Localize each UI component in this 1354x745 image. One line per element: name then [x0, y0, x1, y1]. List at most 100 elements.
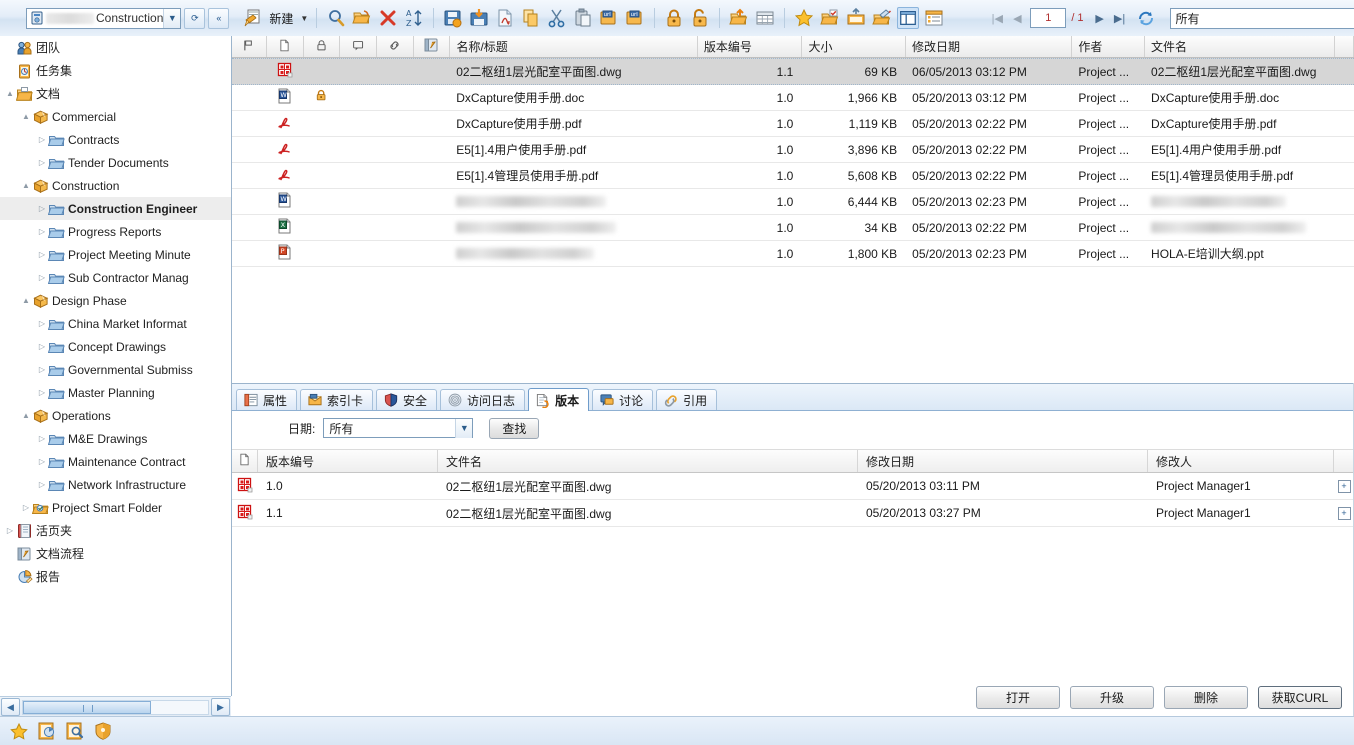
version-expand-cell[interactable]: + — [1334, 500, 1354, 526]
tree-node-project-smart-folder[interactable]: ▷ Project Smart Folder — [0, 496, 231, 519]
tree-node-sub-contractor-manag[interactable]: ▷ Sub Contractor Manag — [0, 266, 231, 289]
first-page-button[interactable]: |◀ — [987, 9, 1007, 27]
tab-版本[interactable]: 版本 — [528, 388, 590, 411]
version-expand-cell[interactable]: + — [1334, 473, 1354, 499]
doclist-column-header-workflow-icon[interactable] — [414, 36, 451, 57]
tree-horizontal-scrollbar[interactable]: ◀ ▶ — [0, 696, 231, 717]
tree-node-commercial[interactable]: ▲ Commercial — [0, 105, 231, 128]
open-button[interactable]: 打开 — [976, 686, 1060, 709]
expand-row-icon[interactable]: + — [1337, 479, 1351, 493]
tree-expander-icon[interactable]: ▷ — [36, 134, 48, 146]
version-row[interactable]: 1.1 02二枢纽1层光配室平面图.dwg 05/20/2013 03:27 PM P… — [232, 500, 1354, 527]
tree-node--[interactable]: ▲ 文档 — [0, 82, 231, 105]
tree-expander-icon[interactable]: ▷ — [36, 456, 48, 468]
tree-node--[interactable]: ▷ 活页夹 — [0, 519, 231, 542]
navigation-tree[interactable]: 团队 任务集 ▲ 文档 ▲ Commercial ▷ Contracts ▷ Tender Doc… — [0, 36, 232, 696]
doclist-column-header-document-icon[interactable] — [267, 36, 304, 57]
document-row[interactable]: E5[1].4管理员使用手册.pdf 1.0 5,608 KB 05/20/2013 … — [232, 163, 1354, 189]
recent-status-icon[interactable] — [36, 720, 58, 742]
doclist-column-header-link-icon[interactable] — [377, 36, 414, 57]
tree-node--[interactable]: 文档流程 — [0, 542, 231, 565]
tree-expander-icon[interactable] — [4, 571, 16, 583]
tab-讨论[interactable]: 讨论 — [592, 389, 654, 410]
next-page-button[interactable]: ▶ — [1090, 9, 1110, 27]
tree-expander-icon[interactable]: ▷ — [36, 203, 48, 215]
unlock-icon[interactable] — [689, 7, 711, 29]
tree-node--[interactable]: 报告 — [0, 565, 231, 588]
star-icon[interactable] — [793, 7, 815, 29]
document-row[interactable]: DxCapture使用手册.pdf 1.0 1,119 KB 05/20/2013 0… — [232, 111, 1354, 137]
detail-tabstrip[interactable]: 属性 索引卡 安全 访问日志 版本 讨论 引用 — [232, 384, 1354, 411]
page-number-input[interactable]: 1 — [1030, 8, 1067, 28]
delete-button[interactable]: 删除 — [1164, 686, 1248, 709]
tree-expander-icon[interactable] — [4, 548, 16, 560]
tree-node-project-meeting-minute[interactable]: ▷ Project Meeting Minute — [0, 243, 231, 266]
tree-expander-icon[interactable]: ▷ — [36, 433, 48, 445]
document-row[interactable]: 02二枢纽1层光配室平面图.dwg 1.1 69 KB 06/05/2013 03:1… — [232, 58, 1354, 85]
security-status-icon[interactable] — [92, 720, 114, 742]
tree-expander-icon[interactable]: ▷ — [36, 479, 48, 491]
sort-icon[interactable]: A Z — [403, 7, 425, 29]
document-row[interactable]: E5[1].4用户使用手册.pdf 1.0 3,896 KB 05/20/2013 0… — [232, 137, 1354, 163]
tab-引用[interactable]: 引用 — [656, 389, 718, 410]
document-row[interactable]: W 1.0 6,444 KB 05/20/2013 02:23 PM Project .… — [232, 189, 1354, 215]
tree-expander-icon[interactable]: ▲ — [20, 180, 32, 192]
scroll-left-button[interactable]: ◀ — [1, 698, 20, 716]
document-row[interactable]: X 1.0 34 KB 05/20/2013 02:22 PM Project ... — [232, 215, 1354, 241]
tree-node-tender-documents[interactable]: ▷ Tender Documents — [0, 151, 231, 174]
tree-node-governmental-submiss[interactable]: ▷ Governmental Submiss — [0, 358, 231, 381]
version-column-header-版本编号[interactable]: 版本编号 — [258, 450, 438, 472]
tree-node-master-planning[interactable]: ▷ Master Planning — [0, 381, 231, 404]
refresh-list-icon[interactable] — [1136, 8, 1156, 28]
tree-expander-icon[interactable]: ▲ — [20, 410, 32, 422]
version-row[interactable]: 1.0 02二枢纽1层光配室平面图.dwg 05/20/2013 03:11 PM P… — [232, 473, 1354, 500]
version-column-header-修改日期[interactable]: 修改日期 — [858, 450, 1148, 472]
tree-expander-icon[interactable]: ▷ — [36, 341, 48, 353]
tree-node-operations[interactable]: ▲ Operations — [0, 404, 231, 427]
list-detail-icon[interactable] — [923, 7, 945, 29]
tab-访问日志[interactable]: 访问日志 — [440, 389, 526, 410]
doclist-column-header-名称/标题[interactable]: 名称/标题 — [450, 36, 698, 57]
copy-url-icon[interactable]: url — [598, 7, 620, 29]
get-curl-button[interactable]: 获取CURL — [1258, 686, 1342, 709]
refresh-project-button[interactable]: ⟳ — [184, 7, 206, 29]
folder-edit-icon[interactable] — [871, 7, 893, 29]
tree-expander-icon[interactable]: ▷ — [20, 502, 32, 514]
new-button-caret-icon[interactable]: ▼ — [300, 14, 308, 23]
document-row[interactable]: P 1.0 1,800 KB 05/20/2013 02:23 PM Project .… — [232, 241, 1354, 267]
version-column-header-col5[interactable] — [1334, 450, 1354, 472]
open-folder-icon[interactable] — [351, 7, 373, 29]
tree-expander-icon[interactable] — [4, 42, 16, 54]
tree-node-concept-drawings[interactable]: ▷ Concept Drawings — [0, 335, 231, 358]
lock-icon[interactable] — [663, 7, 685, 29]
panel-split-icon[interactable] — [897, 7, 920, 29]
tree-node-m-e-drawings[interactable]: ▷ M&E Drawings — [0, 427, 231, 450]
tree-node-maintenance-contract[interactable]: ▷ Maintenance Contract — [0, 450, 231, 473]
chevron-down-icon[interactable]: ▼ — [455, 418, 473, 438]
tab-属性[interactable]: 属性 — [236, 389, 298, 410]
collapse-panel-button[interactable]: « — [208, 7, 230, 29]
doclist-column-header-文件名[interactable]: 文件名 — [1145, 36, 1336, 57]
last-page-button[interactable]: ▶| — [1110, 9, 1130, 27]
doclist-column-header-col12[interactable] — [1335, 36, 1354, 57]
tree-node--[interactable]: 任务集 — [0, 59, 231, 82]
tree-node-progress-reports[interactable]: ▷ Progress Reports — [0, 220, 231, 243]
tree-expander-icon[interactable] — [4, 65, 16, 77]
doclist-column-header-作者[interactable]: 作者 — [1072, 36, 1145, 57]
expand-row-icon[interactable]: + — [1337, 506, 1351, 520]
checkout-icon[interactable] — [468, 7, 490, 29]
version-column-header-document-icon[interactable] — [232, 450, 258, 472]
tree-expander-icon[interactable]: ▷ — [36, 272, 48, 284]
search-icon[interactable] — [325, 7, 347, 29]
doclist-column-header-大小[interactable]: 大小 — [802, 36, 906, 57]
cut-icon[interactable] — [546, 7, 568, 29]
tree-node-network-infrastructure[interactable]: ▷ Network Infrastructure — [0, 473, 231, 496]
scroll-right-button[interactable]: ▶ — [211, 698, 230, 716]
chevron-down-icon[interactable]: ▼ — [163, 8, 181, 28]
tab-安全[interactable]: 安全 — [376, 389, 438, 410]
document-row[interactable]: W DxCapture使用手册.doc 1.0 1,966 KB 05/20/2013 … — [232, 85, 1354, 111]
checkin-icon[interactable] — [442, 7, 464, 29]
search-status-icon[interactable] — [64, 720, 86, 742]
prev-page-button[interactable]: ◀ — [1007, 9, 1027, 27]
tree-expander-icon[interactable]: ▷ — [36, 318, 48, 330]
